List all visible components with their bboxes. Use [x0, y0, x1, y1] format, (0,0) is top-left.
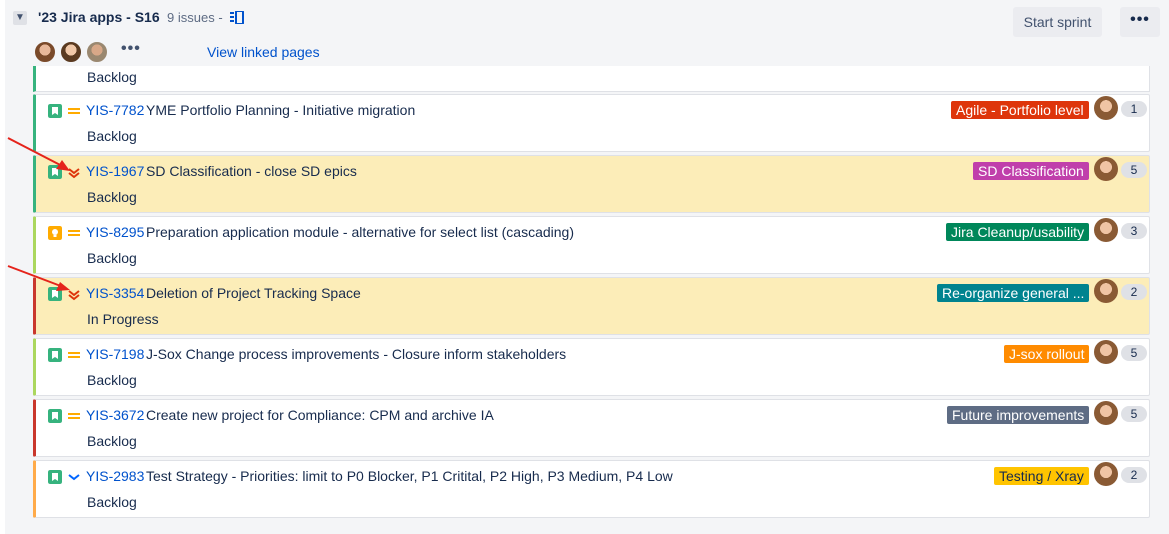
assignee-avatar[interactable] — [1094, 96, 1118, 120]
priority-medium-icon — [68, 413, 80, 419]
issue-key[interactable]: YIS-3672 — [86, 407, 144, 423]
priority-low-icon — [68, 474, 80, 481]
priority-medium-icon — [68, 230, 80, 236]
chevron-down-icon[interactable]: ▼ — [13, 11, 27, 25]
more-avatars-button[interactable]: ••• — [121, 40, 141, 58]
assignee-avatar[interactable] — [1094, 218, 1118, 242]
issue-status: In Progress — [87, 311, 159, 327]
issue-card[interactable]: YIS-3672 Create new project for Complianc… — [33, 399, 1150, 457]
assignee-avatar[interactable] — [1094, 462, 1118, 486]
issue-card[interactable]: YIS-7198 J-Sox Change process improvement… — [33, 338, 1150, 396]
assignee-avatar[interactable] — [1094, 340, 1118, 364]
sprint-header: ▼ '23 Jira apps - S16 9 issues - Start s… — [5, 0, 1169, 40]
sprint-panel: ▼ '23 Jira apps - S16 9 issues - Start s… — [5, 0, 1169, 534]
assignee-avatar[interactable] — [1094, 157, 1118, 181]
issue-summary: Preparation application module - alterna… — [146, 224, 574, 240]
issue-summary: YME Portfolio Planning - Initiative migr… — [146, 102, 416, 118]
issue-key[interactable]: YIS-7782 — [86, 102, 144, 118]
epic-label[interactable]: Testing / Xray — [994, 467, 1089, 485]
issue-key[interactable]: YIS-3354 — [86, 285, 144, 301]
story-points-badge: 5 — [1121, 162, 1147, 178]
assignee-avatar[interactable] — [1094, 401, 1118, 425]
issue-status: Backlog — [87, 494, 137, 510]
priority-medium-icon — [68, 108, 80, 114]
issue-summary: SD Classification - close SD epics — [146, 163, 357, 179]
issue-card[interactable]: YIS-7782 YME Portfolio Planning - Initiat… — [33, 94, 1150, 152]
story-icon — [48, 409, 62, 423]
story-points-badge: 3 — [1121, 223, 1147, 239]
assignee-avatar[interactable] — [1094, 279, 1118, 303]
annotation-arrow — [7, 137, 70, 171]
issue-summary: Test Strategy - Priorities: limit to P0 … — [146, 468, 673, 484]
issue-card[interactable]: YIS-8295 Preparation application module -… — [33, 216, 1150, 274]
issue-count: 9 issues - — [167, 10, 223, 25]
story-icon — [48, 348, 62, 362]
issue-summary: Create new project for Compliance: CPM a… — [146, 407, 494, 423]
issue-card[interactable]: YIS-1967 SD Classification - close SD epi… — [33, 155, 1150, 213]
start-sprint-button[interactable]: Start sprint — [1013, 7, 1102, 37]
epic-label[interactable]: Future improvements — [947, 406, 1090, 424]
board-icon[interactable] — [230, 11, 244, 24]
issue-key[interactable]: YIS-2983 — [86, 468, 144, 484]
epic-label[interactable]: J-sox rollout — [1004, 345, 1090, 363]
issue-key[interactable]: YIS-7198 — [86, 346, 144, 362]
issue-status: Backlog — [87, 189, 137, 205]
avatar[interactable] — [33, 40, 57, 64]
sprint-name: '23 Jira apps - S16 — [38, 9, 160, 25]
more-actions-button[interactable]: ••• — [1120, 7, 1160, 37]
issue-key[interactable]: YIS-1967 — [86, 163, 144, 179]
story-points-badge: 2 — [1121, 467, 1147, 483]
avatar[interactable] — [85, 40, 109, 64]
view-linked-pages-link[interactable]: View linked pages — [207, 44, 320, 60]
issue-status: Backlog — [87, 250, 137, 266]
epic-label[interactable]: SD Classification — [973, 162, 1089, 180]
issue-card[interactable]: YIS-3354 Deletion of Project Tracking Spa… — [33, 277, 1150, 335]
issue-status: Backlog — [87, 372, 137, 388]
story-points-badge: 5 — [1121, 406, 1147, 422]
story-icon — [48, 470, 62, 484]
issue-status: Backlog — [87, 433, 137, 449]
annotation-arrow — [7, 265, 70, 291]
avatar[interactable] — [59, 40, 83, 64]
epic-label[interactable]: Jira Cleanup/usability — [946, 223, 1090, 241]
issue-card[interactable]: YIS-2983 Test Strategy - Priorities: limi… — [33, 460, 1150, 518]
issue-key[interactable]: YIS-8295 — [86, 224, 144, 240]
issue-summary: Deletion of Project Tracking Space — [146, 285, 361, 301]
issue-card[interactable]: Backlog — [33, 66, 1150, 92]
improvement-icon — [48, 226, 62, 240]
story-points-badge: 5 — [1121, 345, 1147, 361]
priority-medium-icon — [68, 352, 80, 358]
issue-status: Backlog — [87, 128, 137, 144]
epic-label[interactable]: Agile - Portfolio level — [951, 101, 1089, 119]
epic-label[interactable]: Re-organize general ... — [937, 284, 1090, 302]
story-points-badge: 1 — [1121, 101, 1147, 117]
issue-status: Backlog — [87, 69, 137, 85]
story-points-badge: 2 — [1121, 284, 1147, 300]
story-icon — [48, 104, 62, 118]
issue-summary: J-Sox Change process improvements - Clos… — [146, 346, 567, 362]
